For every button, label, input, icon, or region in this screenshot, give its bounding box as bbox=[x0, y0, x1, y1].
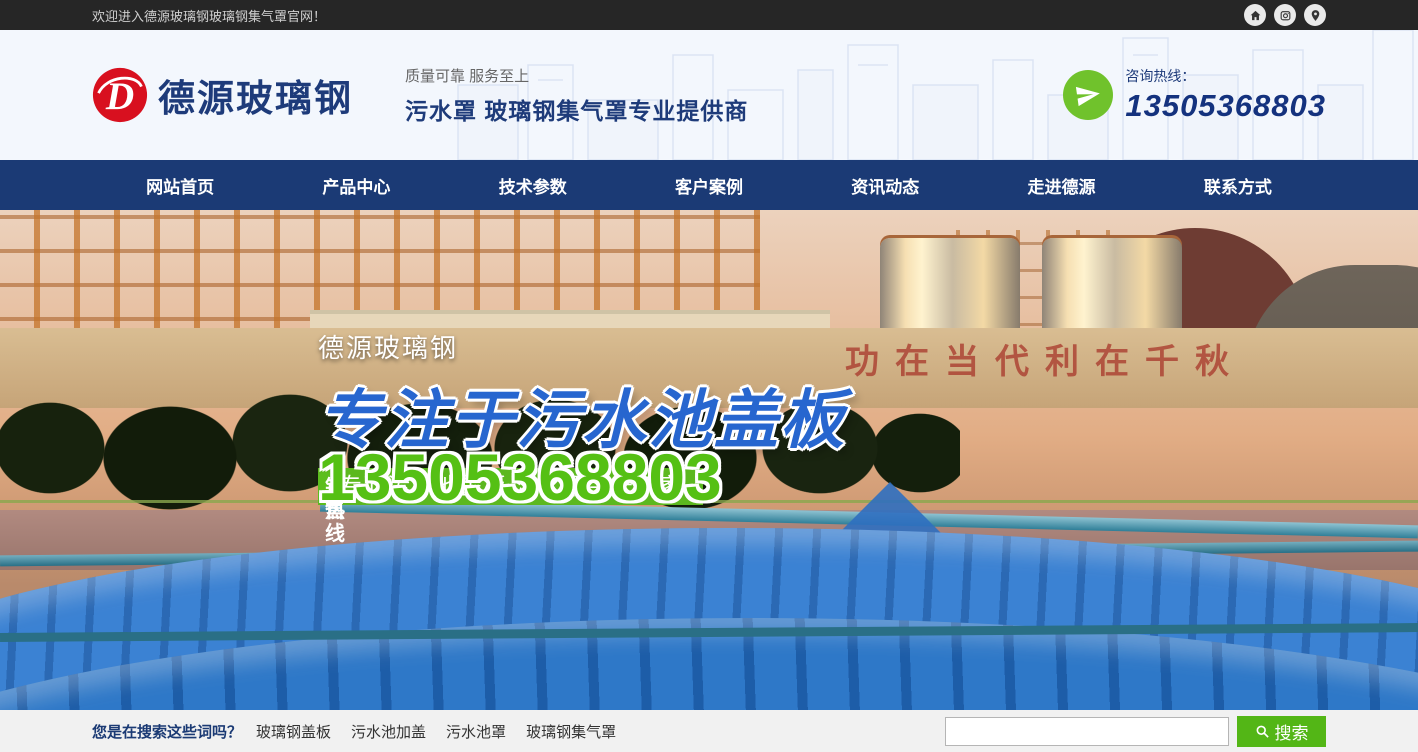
nav-item-cases[interactable]: 客户案例 bbox=[621, 160, 797, 210]
topbar: 欢迎进入德源玻璃钢玻璃钢集气罩官网！ bbox=[0, 0, 1418, 30]
hero-overlay: 德源玻璃钢 专注于污水池盖板 FOUCS ON SEWAGE POOL COVE… bbox=[318, 328, 846, 505]
hot-keywords: 玻璃钢盖板 污水池加盖 污水池罩 玻璃钢集气罩 bbox=[256, 721, 616, 742]
maroon-dome-tank bbox=[1080, 228, 1310, 348]
magnifier-icon bbox=[1255, 724, 1270, 739]
logo-d-icon: D bbox=[92, 67, 148, 123]
location-pin-icon[interactable] bbox=[1304, 4, 1326, 26]
header: D 德源玻璃钢 质量可靠 服务至上 污水罩 玻璃钢集气罩专业提供商 咨询热线： … bbox=[0, 30, 1418, 160]
paper-plane-icon bbox=[1063, 70, 1113, 120]
hero-brand-text: 德源玻璃钢 bbox=[318, 328, 846, 365]
ground-path bbox=[0, 510, 1418, 570]
blue-tarp bbox=[830, 482, 950, 542]
keyword-link-1[interactable]: 玻璃钢盖板 bbox=[256, 721, 331, 742]
search-input[interactable] bbox=[945, 717, 1229, 746]
search-button-label: 搜索 bbox=[1275, 719, 1309, 744]
keyword-link-2[interactable]: 污水池加盖 bbox=[351, 721, 426, 742]
slogan-line2: 污水罩 玻璃钢集气罩专业提供商 bbox=[405, 92, 748, 126]
teal-pipe bbox=[0, 541, 1418, 567]
slogan-line1: 质量可靠 服务至上 bbox=[405, 65, 748, 86]
search-button[interactable]: 搜索 bbox=[1237, 716, 1326, 747]
fiberglass-cover-near bbox=[0, 618, 1418, 710]
nav-item-products[interactable]: 产品中心 bbox=[268, 160, 444, 210]
main-nav: 网站首页 产品中心 技术参数 客户案例 资讯动态 走进德源 联系方式 bbox=[0, 160, 1418, 210]
storage-tank bbox=[880, 238, 1020, 368]
wall-slogan-text: 功在当代利在千秋 bbox=[845, 334, 1405, 383]
nav-item-about[interactable]: 走进德源 bbox=[973, 160, 1149, 210]
search-strip: 您是在搜索这些词吗？ 玻璃钢盖板 污水池加盖 污水池罩 玻璃钢集气罩 搜索 bbox=[0, 710, 1418, 752]
refinery-towers-right bbox=[930, 230, 1120, 350]
hero-banner: 功在当代利在千秋 德源玻璃钢 专注于污水池盖板 FOUCS ON SEWAGE … bbox=[0, 210, 1418, 710]
hotline-label: 咨询热线： bbox=[1125, 66, 1326, 86]
teal-pipe bbox=[0, 623, 1418, 642]
nav-item-news[interactable]: 资讯动态 bbox=[797, 160, 973, 210]
storage-tank bbox=[1042, 238, 1182, 368]
search-prompt: 您是在搜索这些词吗？ bbox=[92, 721, 242, 742]
nav-item-home[interactable]: 网站首页 bbox=[92, 160, 268, 210]
keyword-link-4[interactable]: 玻璃钢集气罩 bbox=[526, 721, 616, 742]
gray-dome-tank bbox=[1245, 265, 1418, 375]
nav-item-contact[interactable]: 联系方式 bbox=[1150, 160, 1326, 210]
search-group: 搜索 bbox=[945, 716, 1326, 747]
header-hotline: 咨询热线： 13505368803 bbox=[1063, 66, 1326, 124]
hotline-number: 13505368803 bbox=[1125, 88, 1326, 124]
keyword-link-3[interactable]: 污水池罩 bbox=[446, 721, 506, 742]
header-slogan: 质量可靠 服务至上 污水罩 玻璃钢集气罩专业提供商 bbox=[405, 65, 748, 126]
fiberglass-cover-far bbox=[0, 528, 1418, 710]
welcome-text: 欢迎进入德源玻璃钢玻璃钢集气罩官网！ bbox=[92, 6, 326, 25]
logo[interactable]: D 德源玻璃钢 bbox=[92, 67, 353, 123]
camera-icon[interactable] bbox=[1274, 4, 1296, 26]
sales-phone-number: 13505368803 bbox=[318, 449, 722, 505]
home-icon[interactable] bbox=[1244, 4, 1266, 26]
nav-item-specs[interactable]: 技术参数 bbox=[445, 160, 621, 210]
topbar-icons bbox=[1244, 4, 1326, 26]
logo-text: 德源玻璃钢 bbox=[158, 68, 353, 122]
